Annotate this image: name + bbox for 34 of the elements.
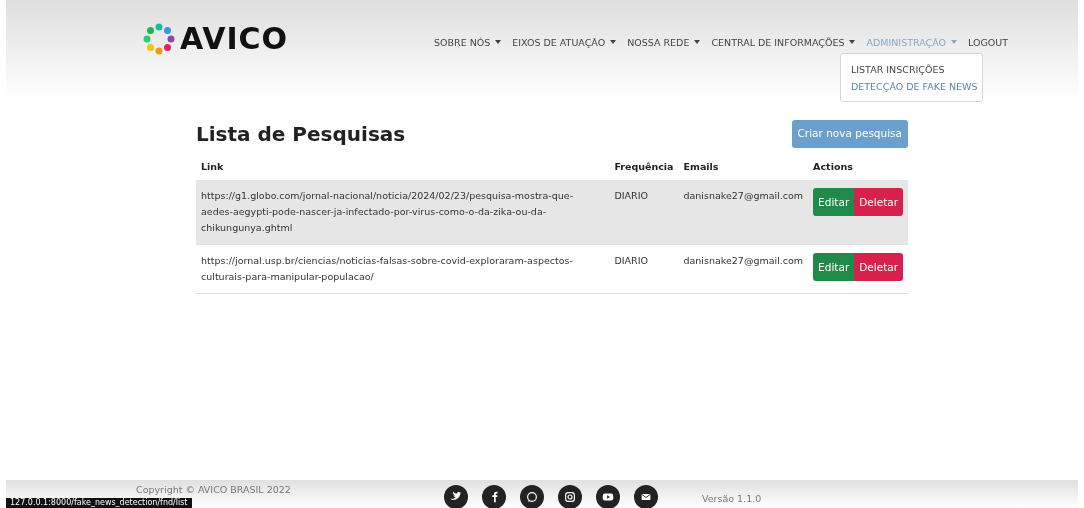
menu-item[interactable]: LISTAR INSCRIÇÕES: [851, 61, 945, 78]
column-header: Emails: [683, 160, 719, 172]
link-cell: https://jornal.usp.br/ciencias/noticias-falsas-sobre-covid-exploraram-aspectos-culturais-para-manipular-populacao/: [196, 244, 610, 294]
brand-name: AVICO: [180, 24, 289, 54]
column-header: Actions: [813, 160, 853, 172]
bird-icon[interactable]: [444, 485, 468, 508]
chat-bubble-icon[interactable]: [520, 485, 544, 508]
frequency-cell: DIARIO: [609, 180, 679, 245]
nav-link[interactable]: EIXOS DE ATUAÇÃO: [512, 36, 617, 51]
edit-button[interactable]: Editar: [813, 188, 855, 216]
f-icon[interactable]: [482, 485, 506, 508]
column-header: Frequência: [614, 160, 674, 172]
email-cell: danisnake27@gmail.com: [678, 180, 809, 245]
copyright-text: Copyright © AVICO BRASIL 2022: [136, 483, 291, 497]
nav-link[interactable]: LOGOUT: [968, 36, 1009, 51]
nav-link[interactable]: CENTRAL DE INFORMAÇÕES: [711, 36, 856, 51]
menu-item[interactable]: DETECÇÃO DE FAKE NEWS: [851, 78, 978, 95]
camera-icon[interactable]: [558, 485, 582, 508]
logo-icon: [142, 22, 176, 56]
edit-button[interactable]: Editar: [813, 253, 855, 281]
link-cell: https://g1.globo.com/jornal-nacional/noticia/2024/02/23/pesquisa-mostra-que-aedes-aegypti-pode-nascer-ja-infectado-por-virus-como-o-da-zika-ou-da-chikungunya.ghtml: [196, 180, 610, 245]
column-header: Link: [201, 160, 224, 172]
version-text: Versão 1.1.0: [702, 492, 762, 506]
page-title: Lista de Pesquisas: [196, 121, 406, 146]
play-icon[interactable]: [596, 485, 620, 508]
frequency-cell: DIARIO: [609, 244, 679, 294]
delete-button[interactable]: Deletar: [854, 188, 903, 216]
email-cell: danisnake27@gmail.com: [678, 244, 809, 294]
status-bar: 127.0.0.1:8000/fake_news_detection/fnd/list: [6, 498, 192, 508]
envelope-icon[interactable]: [634, 485, 658, 508]
delete-button[interactable]: Deletar: [854, 253, 903, 281]
create-button[interactable]: Criar nova pesquisa: [791, 120, 908, 148]
nav-link[interactable]: NOSSA REDE: [627, 36, 701, 51]
nav-link[interactable]: SOBRE NÓS: [434, 36, 502, 51]
